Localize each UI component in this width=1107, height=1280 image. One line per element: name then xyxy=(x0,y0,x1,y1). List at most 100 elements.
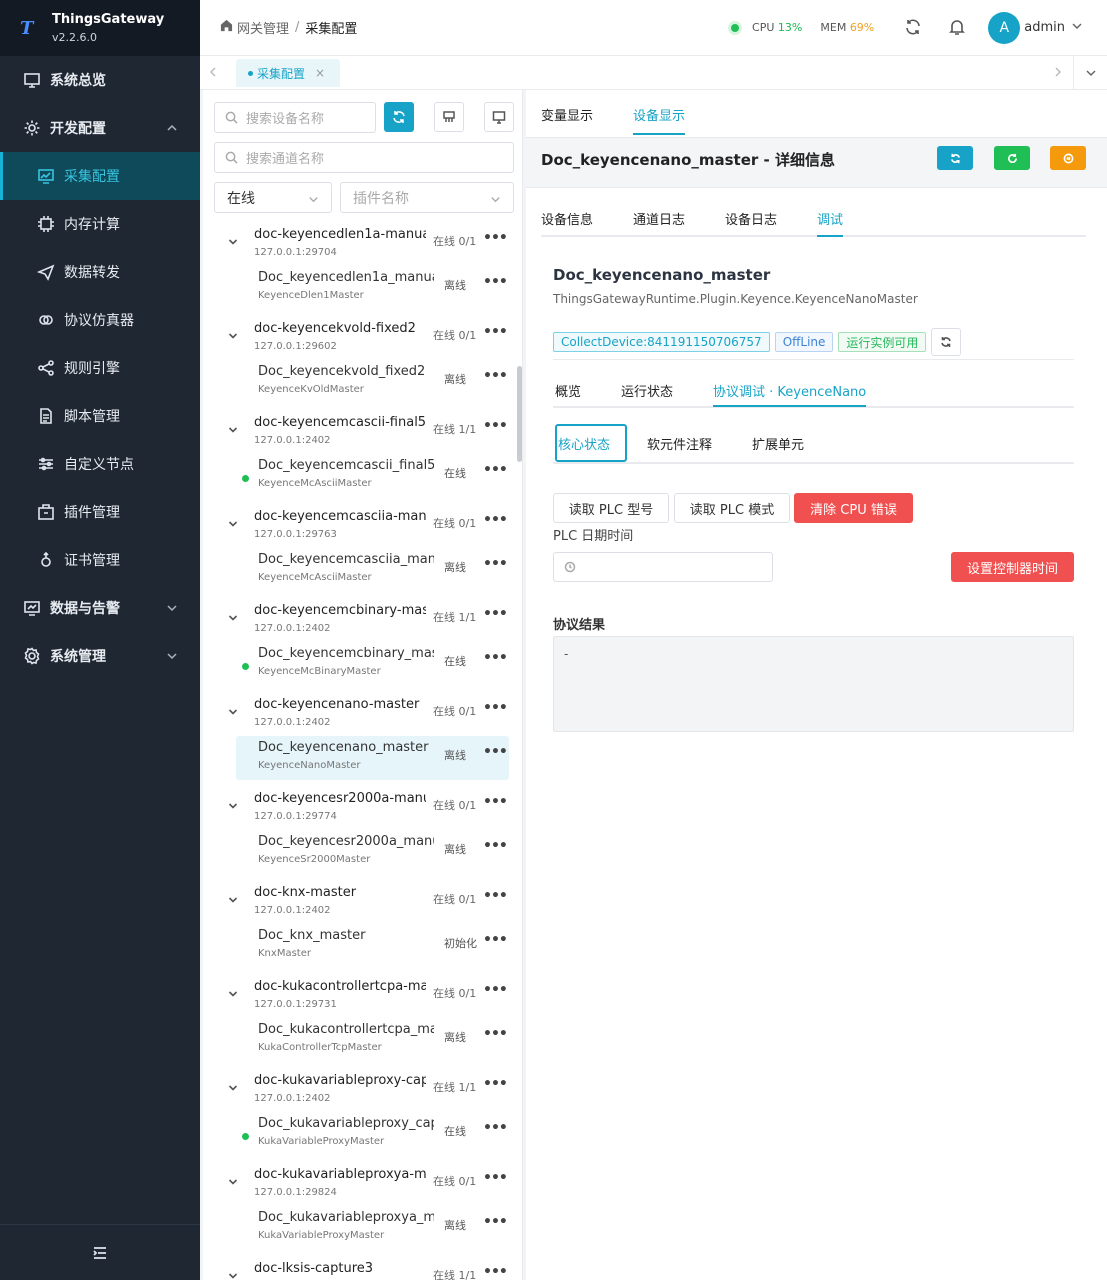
more-icon[interactable]: ••• xyxy=(483,606,508,622)
chevron-down-icon[interactable] xyxy=(228,518,238,533)
refresh-icon[interactable] xyxy=(904,18,924,38)
tab-element-comments[interactable]: 软元件注释 xyxy=(647,434,712,453)
channel-node[interactable]: doc-kukavariableproxya-m... 127.0.0.1:298… xyxy=(203,1162,519,1206)
chevron-down-icon[interactable] xyxy=(228,1270,238,1280)
chevron-down-icon[interactable] xyxy=(228,706,238,721)
sidebar-item-10[interactable]: 证书管理 xyxy=(0,536,200,584)
collapse-sidebar-button[interactable] xyxy=(0,1224,200,1280)
device-node[interactable]: Doc_keyencenano_master KeyenceNanoMaster 离… xyxy=(236,736,509,780)
more-icon[interactable]: ••• xyxy=(483,650,508,666)
more-icon[interactable]: ••• xyxy=(483,1214,508,1230)
read-plc-mode-button[interactable]: 读取 PLC 模式 xyxy=(674,493,790,523)
device-node[interactable]: Doc_knx_master KnxMaster 初始化 ••• xyxy=(236,924,509,968)
plugin-select[interactable]: 插件名称 xyxy=(340,182,514,213)
chevron-down-icon[interactable] xyxy=(228,1082,238,1097)
channel-node[interactable]: doc-lksis-capture3 在线 1/1 ••• xyxy=(203,1256,519,1280)
set-controller-time-button[interactable]: 设置控制器时间 xyxy=(951,552,1074,582)
sidebar-item-3[interactable]: 内存计算 xyxy=(0,200,200,248)
more-icon[interactable]: ••• xyxy=(483,1120,508,1136)
avatar[interactable]: A xyxy=(988,11,1021,44)
device-node[interactable]: Doc_keyencedlen1a_manual KeyenceDlen1Mast… xyxy=(236,266,509,310)
bell-icon[interactable] xyxy=(948,18,968,38)
chevron-down-icon[interactable] xyxy=(228,424,238,439)
sidebar-item-1[interactable]: 开发配置 xyxy=(0,104,200,152)
restart-button[interactable] xyxy=(994,146,1030,170)
tab-run-status[interactable]: 运行状态 xyxy=(621,381,673,400)
sidebar-item-6[interactable]: 规则引擎 xyxy=(0,344,200,392)
tab-extension-units[interactable]: 扩展单元 xyxy=(752,434,804,453)
plc-time-input[interactable] xyxy=(553,552,773,582)
chevron-down-icon[interactable] xyxy=(228,800,238,815)
chevron-left-icon[interactable] xyxy=(208,66,220,78)
more-icon[interactable]: ••• xyxy=(483,932,508,948)
sidebar-item-2[interactable]: 采集配置 xyxy=(0,152,200,200)
more-icon[interactable]: ••• xyxy=(483,230,508,246)
tab-core-status[interactable]: 核心状态 xyxy=(555,424,627,462)
more-icon[interactable]: ••• xyxy=(483,274,508,290)
channel-node[interactable]: doc-kukacontrollertcpa-ma... 127.0.0.1:29… xyxy=(203,974,519,1018)
device-node[interactable]: Doc_kukavariableproxy_capt... KukaVariabl… xyxy=(236,1112,509,1156)
tab-device-info[interactable]: 设备信息 xyxy=(541,209,593,228)
tab-variable-view[interactable]: 变量显示 xyxy=(541,105,593,124)
clear-cpu-error-button[interactable]: 清除 CPU 错误 xyxy=(794,493,913,523)
device-node[interactable]: Doc_keyencemcascii_final5 KeyenceMcAsciiM… xyxy=(236,454,509,498)
device-node[interactable]: Doc_keyencesr2000a_manual KeyenceSr2000Ma… xyxy=(236,830,509,874)
chevron-right-icon[interactable] xyxy=(1053,66,1065,78)
tab-overview[interactable]: 概览 xyxy=(555,381,581,400)
device-node[interactable]: Doc_keyencekvold_fixed2 KeyenceKvOldMaste… xyxy=(236,360,509,404)
channel-node[interactable]: doc-kukavariableproxy-cap... 127.0.0.1:24… xyxy=(203,1068,519,1112)
refresh-status-button[interactable] xyxy=(931,328,962,356)
display-button[interactable] xyxy=(484,102,514,132)
tab-protocol-debug[interactable]: 协议调试 · KeyenceNano xyxy=(713,381,867,407)
clear-button[interactable] xyxy=(434,102,464,132)
more-icon[interactable]: ••• xyxy=(483,462,508,478)
more-icon[interactable]: ••• xyxy=(483,1170,508,1186)
more-icon[interactable]: ••• xyxy=(483,888,508,904)
channel-node[interactable]: doc-keyencemcbinary-mas... 127.0.0.1:2402… xyxy=(203,598,519,642)
chevron-down-icon[interactable] xyxy=(228,330,238,345)
close-icon[interactable]: × xyxy=(315,66,325,80)
more-icon[interactable]: ••• xyxy=(483,324,508,340)
more-icon[interactable]: ••• xyxy=(483,744,508,760)
channel-node[interactable]: doc-knx-master 127.0.0.1:2402 在线 0/1 ••• xyxy=(203,880,519,924)
chevron-down-icon[interactable] xyxy=(1071,20,1083,36)
more-icon[interactable]: ••• xyxy=(483,368,508,384)
more-icon[interactable]: ••• xyxy=(483,1076,508,1092)
channel-node[interactable]: doc-keyencemcascii-final5 127.0.0.1:2402 在… xyxy=(203,410,519,454)
channel-node[interactable]: doc-keyencemcasciia-man... 127.0.0.1:2976… xyxy=(203,504,519,548)
device-node[interactable]: Doc_keyencemcasciia_manual KeyenceMcAscii… xyxy=(236,548,509,592)
tab-device-view[interactable]: 设备显示 xyxy=(633,105,686,135)
sidebar-item-0[interactable]: 系统总览 xyxy=(0,56,200,104)
chevron-down-icon[interactable] xyxy=(228,988,238,1003)
chevron-down-icon[interactable] xyxy=(228,1176,238,1191)
more-icon[interactable]: ••• xyxy=(483,794,508,810)
breadcrumb-item[interactable]: 网关管理 xyxy=(237,18,289,37)
more-icon[interactable]: ••• xyxy=(483,700,508,716)
more-icon[interactable]: ••• xyxy=(483,1026,508,1042)
tab-channel-log[interactable]: 通道日志 xyxy=(633,209,685,228)
device-node[interactable]: Doc_kukacontrollertcpa_man... KukaControl… xyxy=(236,1018,509,1062)
channel-node[interactable]: doc-keyencedlen1a-manual 127.0.0.1:29704 在… xyxy=(203,222,519,266)
channel-search-input[interactable]: 搜索通道名称 xyxy=(214,142,514,173)
sidebar-item-7[interactable]: 脚本管理 xyxy=(0,392,200,440)
tab-device-log[interactable]: 设备日志 xyxy=(725,209,777,228)
user-name[interactable]: admin xyxy=(1024,20,1065,35)
more-icon[interactable]: ••• xyxy=(483,512,508,528)
more-icon[interactable]: ••• xyxy=(483,418,508,434)
page-tab-active[interactable]: 采集配置 × xyxy=(236,59,340,87)
home-icon[interactable] xyxy=(220,19,237,36)
sidebar-item-11[interactable]: 数据与告警 xyxy=(0,584,200,632)
chevron-down-icon[interactable] xyxy=(228,236,238,251)
more-icon[interactable]: ••• xyxy=(483,838,508,854)
more-icon[interactable]: ••• xyxy=(483,556,508,572)
channel-node[interactable]: doc-keyencekvold-fixed2 127.0.0.1:29602 在线… xyxy=(203,316,519,360)
channel-node[interactable]: doc-keyencesr2000a-manual 127.0.0.1:29774… xyxy=(203,786,519,830)
sidebar-item-4[interactable]: 数据转发 xyxy=(0,248,200,296)
status-select[interactable]: 在线 xyxy=(214,182,332,213)
sidebar-item-12[interactable]: 系统管理 xyxy=(0,632,200,680)
refresh-tree-button[interactable] xyxy=(384,102,414,132)
pause-button[interactable] xyxy=(1050,146,1086,170)
device-node[interactable]: Doc_keyencemcbinary_master KeyenceMcBinar… xyxy=(236,642,509,686)
tree-scrollbar[interactable] xyxy=(517,366,522,462)
tabs-menu-button[interactable] xyxy=(1073,56,1107,90)
